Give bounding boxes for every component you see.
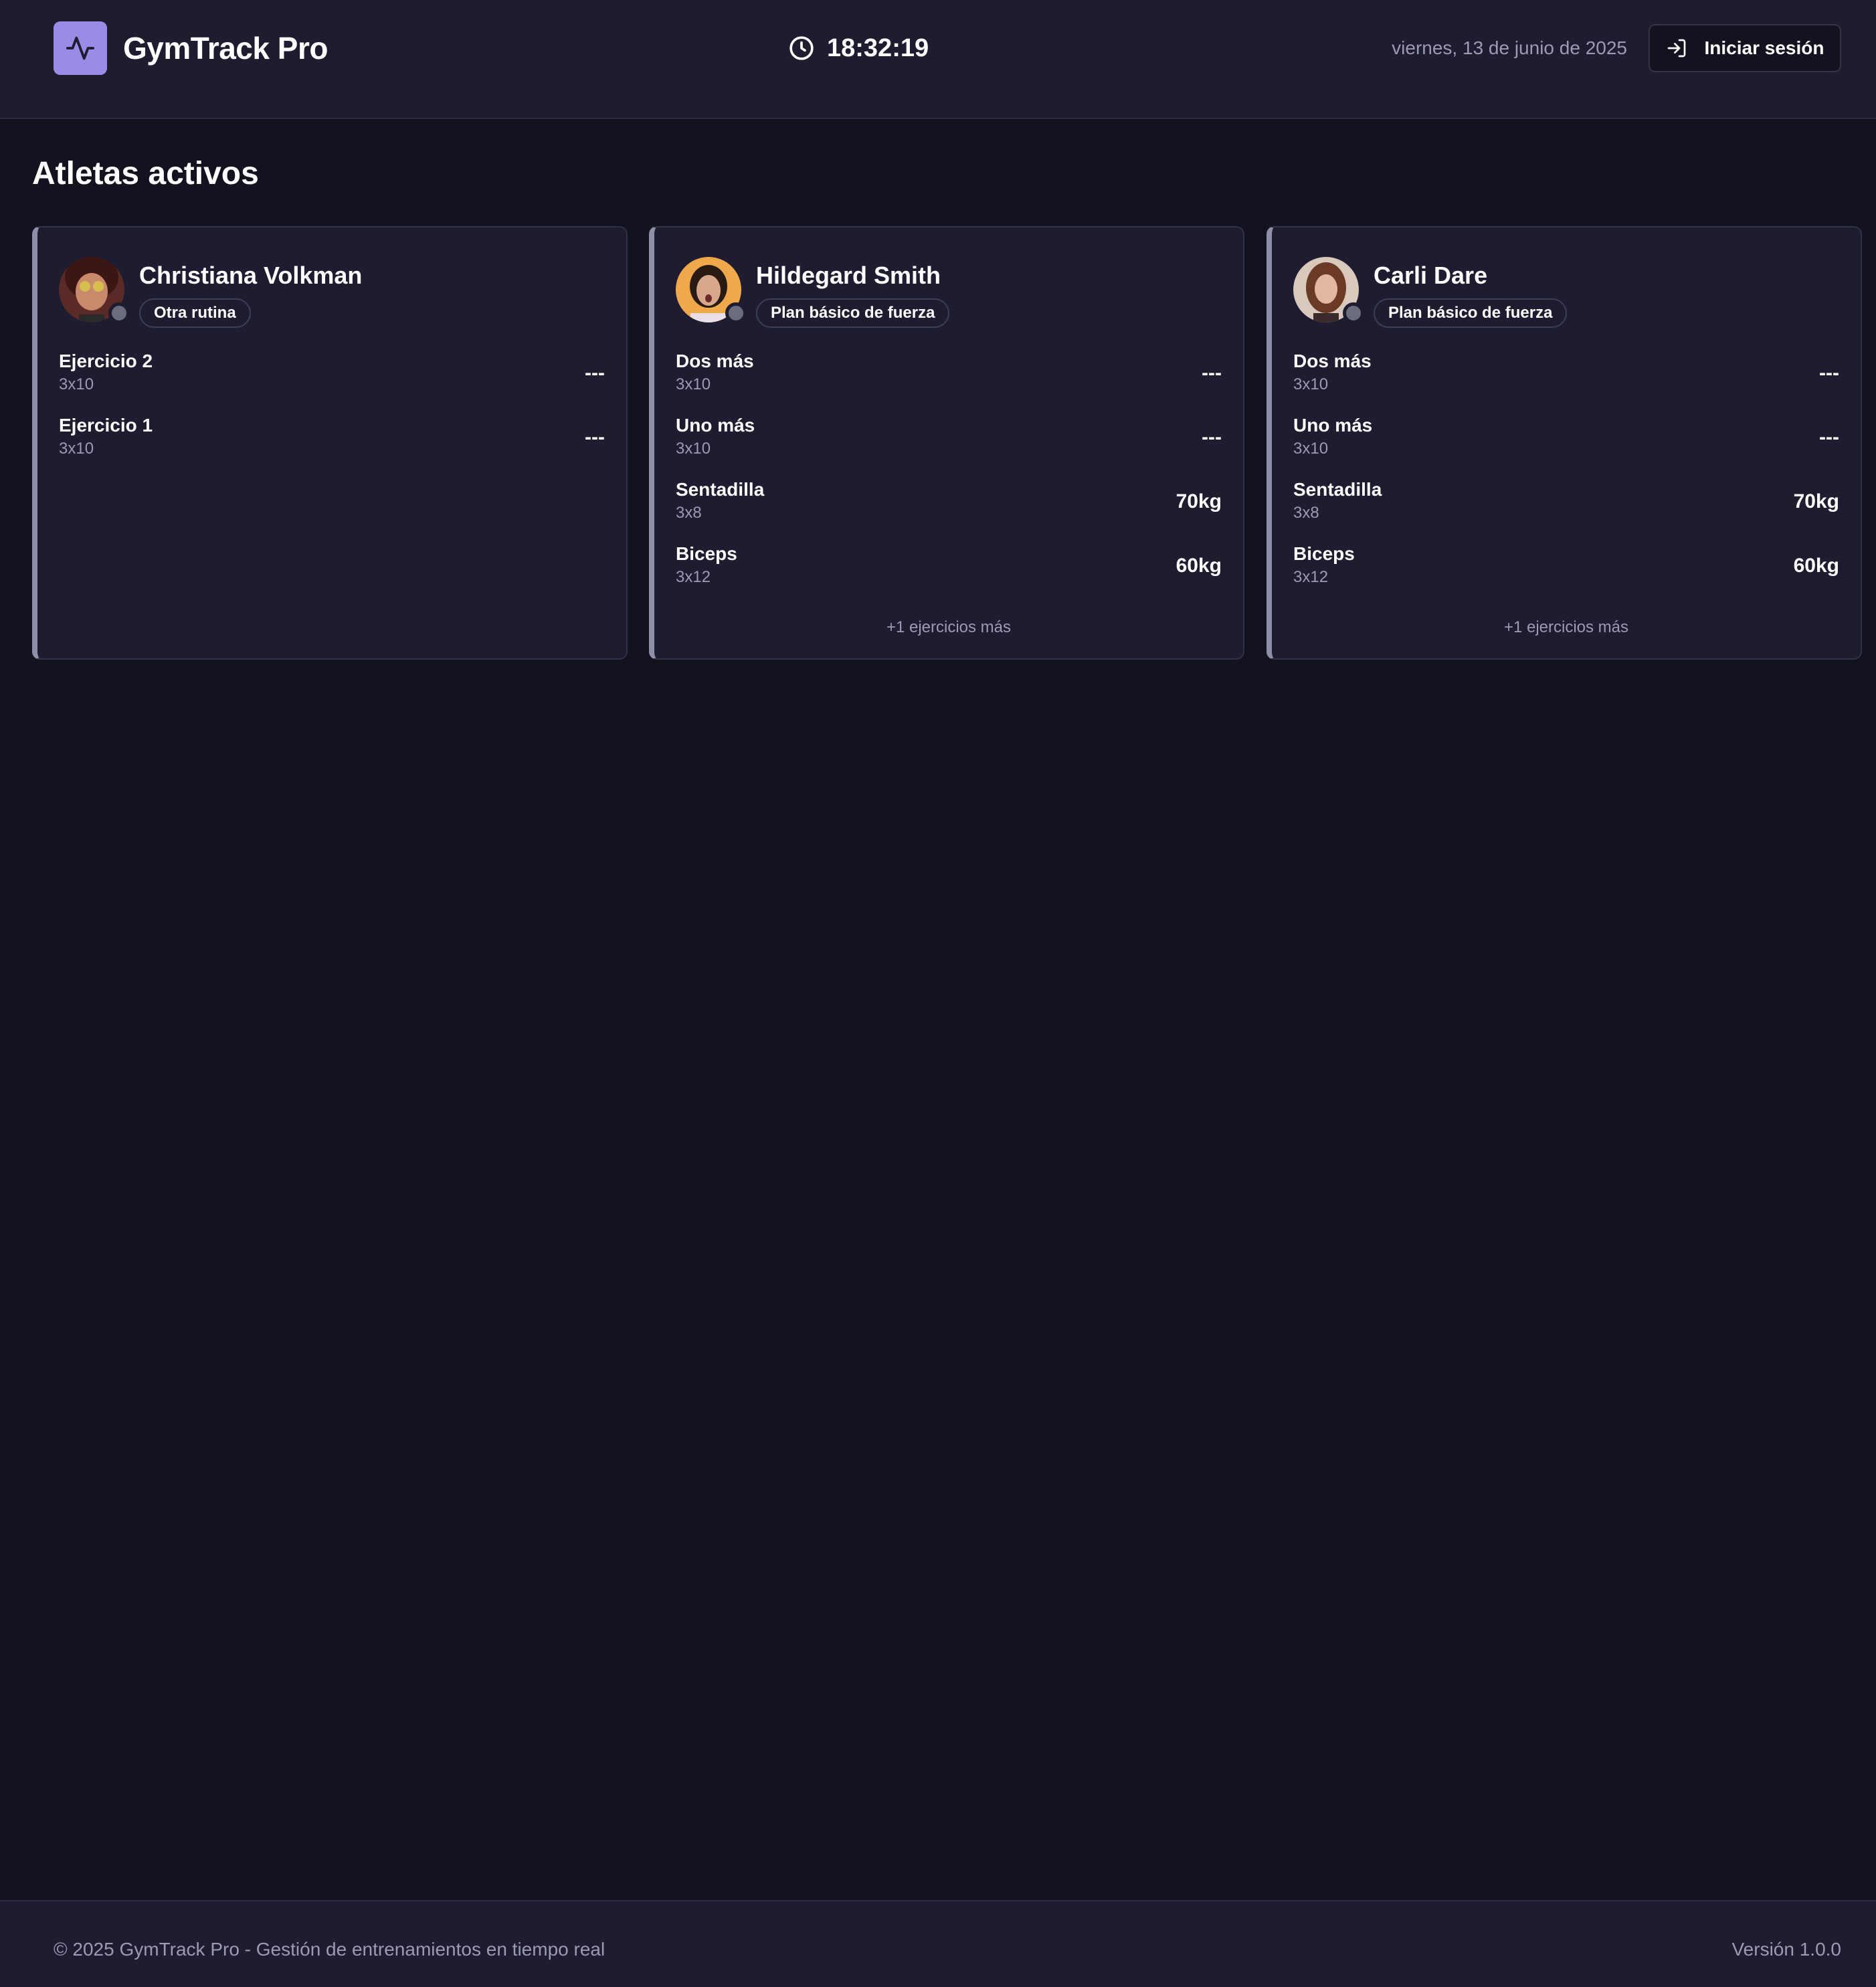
avatar-container (676, 257, 747, 324)
athlete-name: Carli Dare (1374, 262, 1488, 289)
exercise-name: Ejercicio 1 (59, 415, 153, 436)
exercise-row[interactable]: Biceps 3x12 60kg (1293, 542, 1839, 606)
exercise-row[interactable]: Uno más 3x10 --- (676, 413, 1222, 478)
exercise-weight: --- (1819, 426, 1839, 448)
avatar-container (59, 257, 130, 324)
exercise-name: Sentadilla (1293, 479, 1382, 500)
logo[interactable] (54, 21, 107, 75)
exercise-weight: 70kg (1176, 490, 1222, 512)
status-indicator (1343, 302, 1364, 324)
exercise-sets: 3x10 (1293, 440, 1329, 458)
status-indicator (725, 302, 747, 324)
exercise-name: Ejercicio 2 (59, 351, 153, 371)
exercise-row[interactable]: Dos más 3x10 --- (676, 349, 1222, 413)
app-title: GymTrack Pro (123, 31, 328, 66)
footer-version: Versión 1.0.0 (1731, 1939, 1841, 1960)
exercise-weight: 70kg (1793, 490, 1839, 512)
more-exercises-link[interactable]: +1 ejercicios más (1272, 617, 1861, 638)
top-header: GymTrack Pro 18:32:19 viernes, 13 de jun… (0, 0, 1876, 119)
exercise-sets: 3x12 (1293, 568, 1329, 586)
footer-copyright: © 2025 GymTrack Pro - Gestión de entrena… (54, 1939, 605, 1960)
routine-badge: Otra rutina (139, 298, 251, 328)
clock: 18:32:19 (788, 32, 929, 64)
log-in-icon (1667, 39, 1685, 58)
exercise-row[interactable]: Ejercicio 1 3x10 --- (59, 413, 605, 478)
exercise-sets: 3x10 (1293, 375, 1329, 393)
routine-badge: Plan básico de fuerza (756, 298, 950, 328)
exercise-row[interactable]: Sentadilla 3x8 70kg (676, 478, 1222, 542)
exercise-row[interactable]: Sentadilla 3x8 70kg (1293, 478, 1839, 542)
athlete-card[interactable]: Hildegard Smith Plan básico de fuerza Do… (649, 226, 1244, 660)
exercise-weight: --- (585, 362, 605, 384)
status-indicator (108, 302, 130, 324)
current-date: viernes, 13 de junio de 2025 (1392, 37, 1627, 58)
exercise-name: Dos más (676, 351, 754, 371)
exercise-row[interactable]: Uno más 3x10 --- (1293, 413, 1839, 478)
exercise-weight: --- (1202, 426, 1222, 448)
exercise-name: Uno más (676, 415, 755, 436)
exercise-list: Ejercicio 2 3x10 --- Ejercicio 1 3x10 --… (59, 349, 605, 478)
exercise-sets: 3x10 (676, 375, 711, 393)
page-title: Atletas activos (32, 156, 259, 191)
clock-time: 18:32:19 (827, 33, 929, 62)
athlete-card[interactable]: Carli Dare Plan básico de fuerza Dos más… (1267, 226, 1862, 660)
exercise-sets: 3x8 (1293, 504, 1319, 522)
exercise-list: Dos más 3x10 --- Uno más 3x10 --- Sentad… (676, 349, 1222, 606)
exercise-row[interactable]: Biceps 3x12 60kg (676, 542, 1222, 606)
login-button[interactable]: Iniciar sesión (1649, 24, 1841, 72)
exercise-list: Dos más 3x10 --- Uno más 3x10 --- Sentad… (1293, 349, 1839, 606)
page-footer: © 2025 GymTrack Pro - Gestión de entrena… (0, 1900, 1876, 1987)
login-button-label: Iniciar sesión (1704, 37, 1824, 58)
exercise-sets: 3x8 (676, 504, 702, 522)
athlete-name: Hildegard Smith (756, 262, 941, 289)
exercise-sets: 3x10 (59, 375, 94, 393)
exercise-sets: 3x10 (59, 440, 94, 458)
exercise-name: Uno más (1293, 415, 1373, 436)
exercise-name: Biceps (1293, 543, 1355, 564)
exercise-weight: --- (1819, 362, 1839, 384)
activity-pulse-icon (66, 36, 95, 60)
exercise-sets: 3x10 (676, 440, 711, 458)
exercise-weight: 60kg (1793, 555, 1839, 577)
exercise-name: Sentadilla (676, 479, 765, 500)
app-page: GymTrack Pro 18:32:19 viernes, 13 de jun… (0, 0, 1876, 1987)
athlete-card[interactable]: Christiana Volkman Otra rutina Ejercicio… (32, 226, 628, 660)
exercise-weight: --- (1202, 362, 1222, 384)
exercise-sets: 3x12 (676, 568, 711, 586)
exercise-name: Biceps (676, 543, 737, 564)
routine-badge: Plan básico de fuerza (1374, 298, 1568, 328)
exercise-row[interactable]: Ejercicio 2 3x10 --- (59, 349, 605, 413)
more-exercises-link[interactable]: +1 ejercicios más (654, 617, 1243, 638)
avatar-container (1293, 257, 1364, 324)
clock-icon (789, 36, 814, 60)
exercise-weight: --- (585, 426, 605, 448)
exercise-weight: 60kg (1176, 555, 1222, 577)
athlete-name: Christiana Volkman (139, 262, 363, 289)
exercise-row[interactable]: Dos más 3x10 --- (1293, 349, 1839, 413)
exercise-name: Dos más (1293, 351, 1372, 371)
